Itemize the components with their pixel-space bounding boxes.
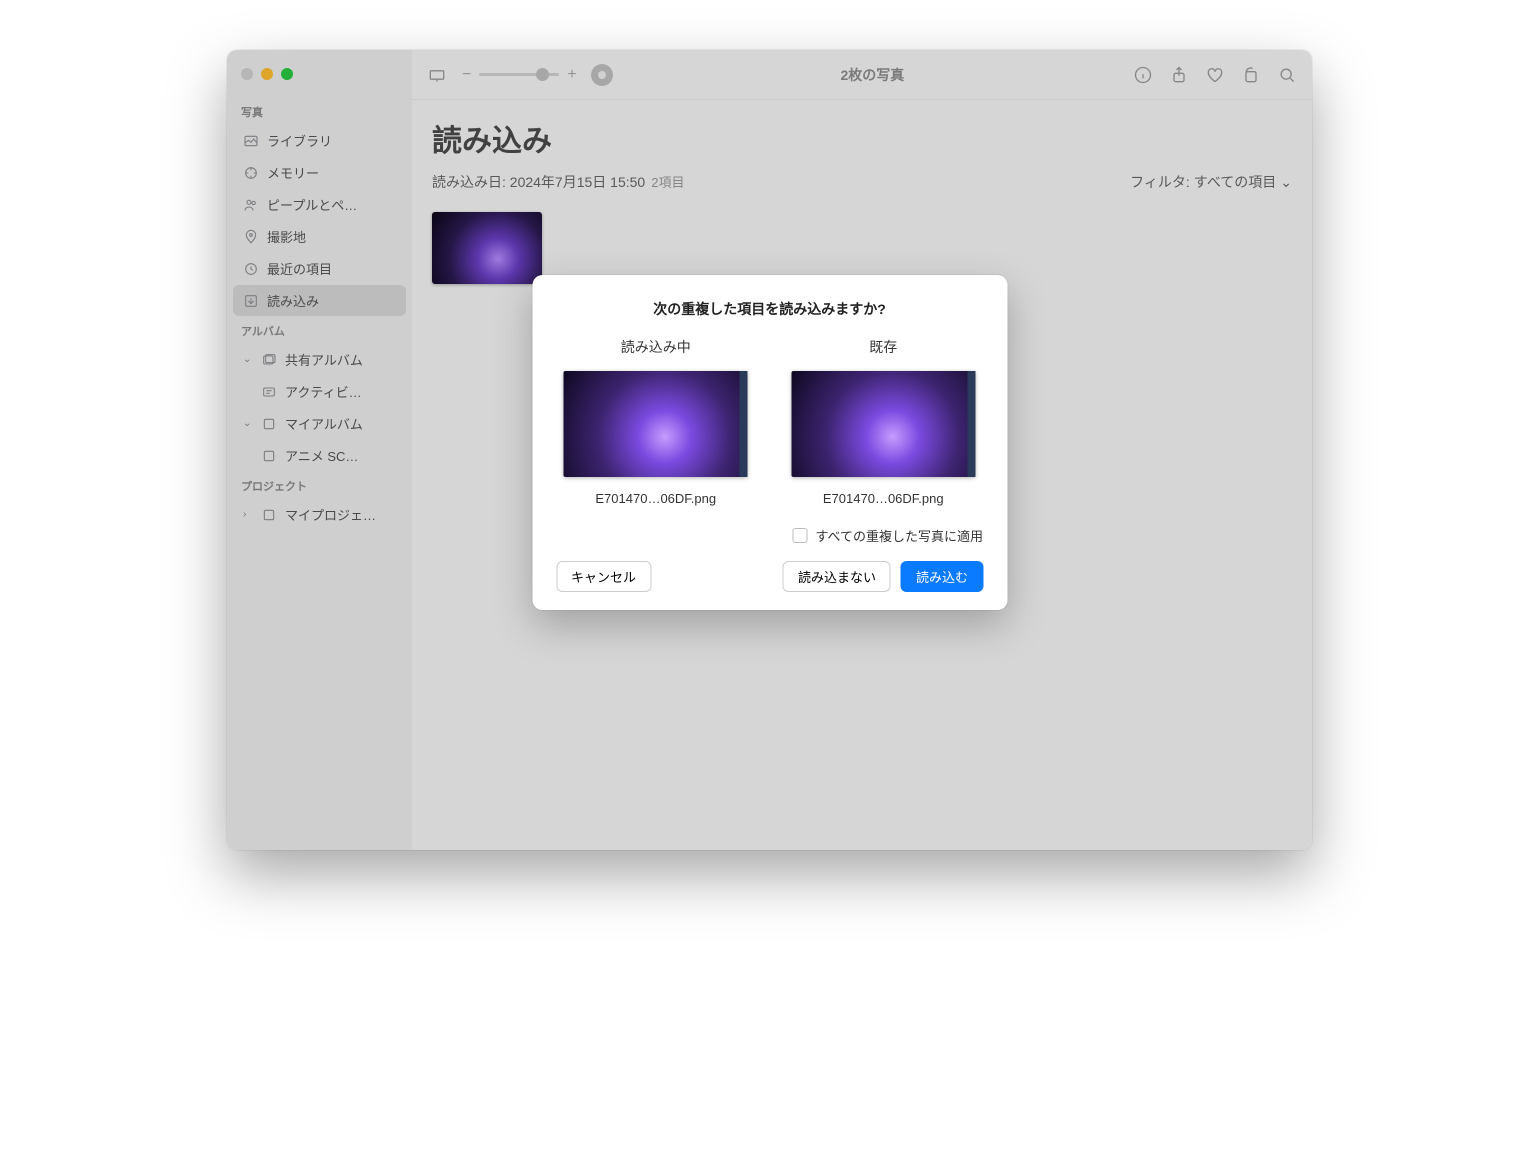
minimize-window-button[interactable]	[261, 68, 273, 80]
item-count: 2項目	[651, 172, 684, 191]
duplicate-import-dialog: 次の重複した項目を読み込みますか? 読み込み中 E701470…06DF.png…	[532, 275, 1007, 610]
album-icon	[261, 448, 277, 464]
page-title: 読み込み	[432, 116, 1292, 160]
content-area: 読み込み 読み込み日: 2024年7月15日 15:50 2項目 フィルタ: す…	[412, 100, 1312, 300]
sidebar-item-label: ライブラリ	[267, 131, 396, 150]
sidebar-item-label: マイプロジェ…	[285, 505, 396, 524]
section-title-albums: アルバム	[227, 317, 412, 343]
existing-thumbnail	[791, 371, 975, 477]
toolbar-title: 2枚の写真	[840, 65, 904, 85]
filter-dropdown[interactable]: フィルタ: すべての項目 ⌄	[1130, 172, 1292, 192]
chevron-right-icon[interactable]: ›	[243, 509, 253, 520]
places-icon	[243, 229, 259, 245]
section-title-photos: 写真	[227, 98, 412, 124]
cancel-button[interactable]: キャンセル	[556, 561, 651, 592]
section-title-projects: プロジェクト	[227, 472, 412, 498]
apply-all-label: すべての重複した写真に適用	[815, 526, 983, 545]
photos-app-window: 写真 ライブラリ メモリー ピープルとペ… 撮影地 最近の項目 読み込み アルバ…	[227, 50, 1312, 850]
live-toggle-icon[interactable]	[591, 64, 613, 86]
dont-import-button[interactable]: 読み込まない	[783, 561, 891, 592]
column-title-existing: 既存	[869, 337, 897, 357]
import-subheader: 読み込み日: 2024年7月15日 15:50 2項目 フィルタ: すべての項目…	[432, 172, 1292, 192]
import-icon	[243, 293, 259, 309]
people-icon	[243, 197, 259, 213]
toolbar: − + 2枚の写真	[412, 50, 1312, 100]
sidebar-item-label: ピープルとペ…	[267, 195, 396, 214]
album-icon	[261, 416, 277, 432]
info-icon[interactable]	[1132, 64, 1154, 86]
aspect-ratio-icon[interactable]	[426, 64, 448, 86]
chevron-down-icon: ⌄	[1280, 174, 1292, 191]
sidebar-item-people[interactable]: ピープルとペ…	[233, 189, 406, 220]
sidebar-item-my-albums[interactable]: ⌄ マイアルバム	[233, 408, 406, 439]
maximize-window-button[interactable]	[281, 68, 293, 80]
importing-thumbnail	[564, 371, 748, 477]
filter-value: すべての項目	[1194, 172, 1276, 192]
sidebar-item-my-projects[interactable]: › マイプロジェ…	[233, 499, 406, 530]
sidebar-item-activity[interactable]: アクティビ…	[233, 376, 406, 407]
sidebar-item-label: 読み込み	[267, 291, 396, 310]
project-icon	[261, 507, 277, 523]
sidebar-item-label: アクティビ…	[285, 382, 396, 401]
sidebar-item-recents[interactable]: 最近の項目	[233, 253, 406, 284]
existing-filename: E701470…06DF.png	[823, 491, 944, 506]
sidebar: 写真 ライブラリ メモリー ピープルとペ… 撮影地 最近の項目 読み込み アルバ…	[227, 50, 412, 850]
sidebar-item-label: 共有アルバム	[285, 350, 396, 369]
column-title-importing: 読み込み中	[621, 337, 691, 357]
share-icon[interactable]	[1168, 64, 1190, 86]
apply-all-checkbox[interactable]	[792, 528, 807, 543]
sidebar-item-places[interactable]: 撮影地	[233, 221, 406, 252]
sidebar-item-label: マイアルバム	[285, 414, 396, 433]
zoom-slider[interactable]: − +	[462, 66, 577, 84]
favorite-icon[interactable]	[1204, 64, 1226, 86]
importing-filename: E701470…06DF.png	[595, 491, 716, 506]
shared-album-icon	[261, 352, 277, 368]
rotate-icon[interactable]	[1240, 64, 1262, 86]
sidebar-item-memories[interactable]: メモリー	[233, 157, 406, 188]
import-button[interactable]: 読み込む	[901, 561, 983, 592]
filter-label: フィルタ:	[1130, 172, 1190, 192]
existing-column: 既存 E701470…06DF.png	[784, 337, 984, 506]
dialog-button-row: キャンセル 読み込まない 読み込む	[556, 561, 983, 592]
library-icon	[243, 133, 259, 149]
close-window-button[interactable]	[241, 68, 253, 80]
search-icon[interactable]	[1276, 64, 1298, 86]
chevron-down-icon[interactable]: ⌄	[243, 418, 253, 429]
zoom-plus-icon[interactable]: +	[567, 66, 576, 84]
activity-icon	[261, 384, 277, 400]
memories-icon	[243, 165, 259, 181]
sidebar-item-anime-sc[interactable]: アニメ SC…	[233, 440, 406, 471]
window-controls	[227, 62, 412, 98]
photo-thumbnail[interactable]	[432, 212, 542, 284]
sidebar-item-import[interactable]: 読み込み	[233, 285, 406, 316]
importing-column: 読み込み中 E701470…06DF.png	[556, 337, 756, 506]
zoom-minus-icon[interactable]: −	[462, 66, 471, 84]
chevron-down-icon[interactable]: ⌄	[243, 354, 253, 365]
compare-row: 読み込み中 E701470…06DF.png 既存 E701470…06DF.p…	[556, 337, 983, 506]
sidebar-item-label: アニメ SC…	[285, 446, 396, 465]
import-date-label: 読み込み日: 2024年7月15日 15:50	[432, 172, 645, 192]
sidebar-item-shared-albums[interactable]: ⌄ 共有アルバム	[233, 344, 406, 375]
dialog-title: 次の重複した項目を読み込みますか?	[556, 299, 983, 319]
apply-all-row: すべての重複した写真に適用	[556, 526, 983, 545]
sidebar-item-library[interactable]: ライブラリ	[233, 125, 406, 156]
sidebar-item-label: 最近の項目	[267, 259, 396, 278]
sidebar-item-label: メモリー	[267, 163, 396, 182]
sidebar-item-label: 撮影地	[267, 227, 396, 246]
clock-icon	[243, 261, 259, 277]
